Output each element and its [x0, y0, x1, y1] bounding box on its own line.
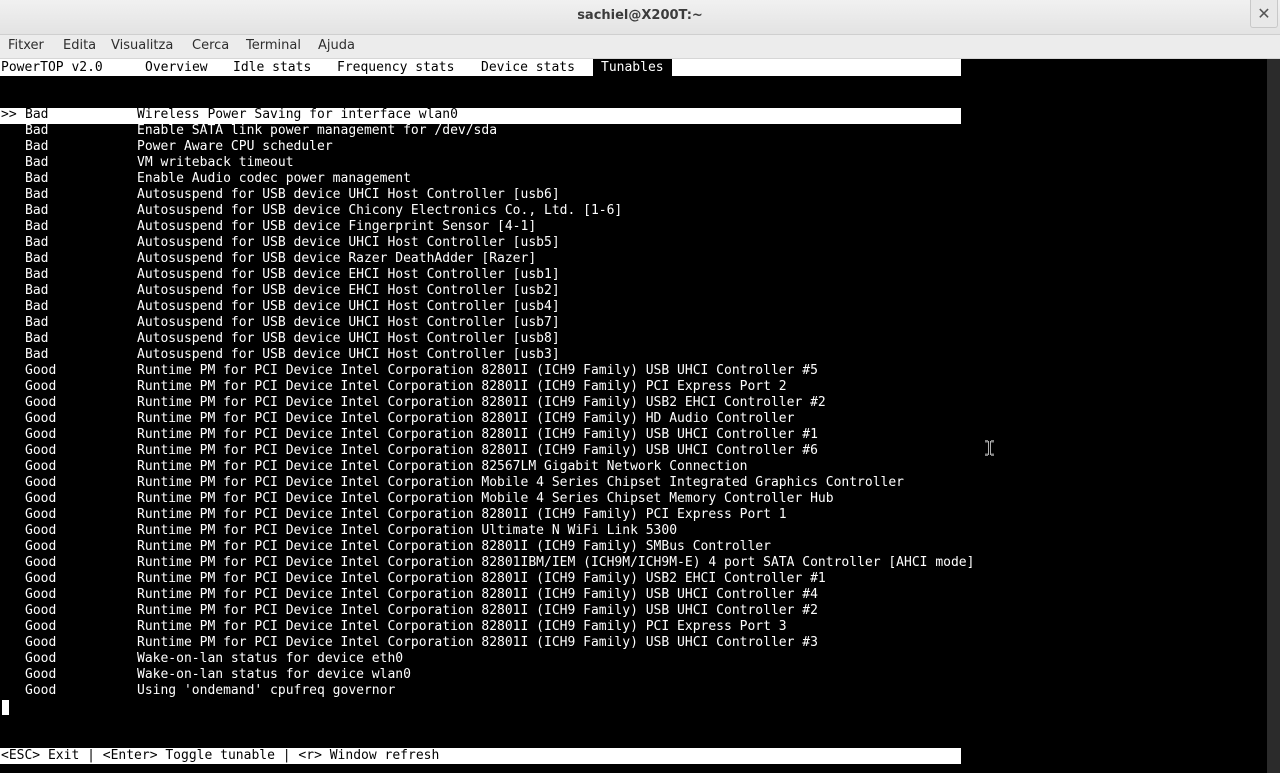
tunable-name[interactable]: Autosuspend for USB device UHCI Host Con… [137, 347, 560, 363]
tunable-name[interactable]: Runtime PM for PCI Device Intel Corporat… [137, 619, 787, 635]
tab-frequency-stats[interactable]: Frequency stats [337, 59, 454, 76]
selected-marker: >> [1, 107, 17, 122]
tunable-name[interactable]: Runtime PM for PCI Device Intel Corporat… [137, 379, 787, 395]
tunable-status: Good [25, 587, 57, 602]
tunable-name[interactable]: Autosuspend for USB device EHCI Host Con… [137, 267, 560, 283]
tunable-name[interactable]: Runtime PM for PCI Device Intel Corporat… [137, 587, 818, 603]
menu-terminal[interactable]: Terminal [246, 38, 301, 53]
tunable-status: Bad [25, 267, 49, 282]
tunable-name[interactable]: Autosuspend for USB device UHCI Host Con… [137, 235, 560, 251]
tunable-name[interactable]: Runtime PM for PCI Device Intel Corporat… [137, 571, 826, 587]
tunable-name[interactable]: Autosuspend for USB device Chicony Elect… [137, 203, 622, 219]
tunable-name[interactable]: Runtime PM for PCI Device Intel Corporat… [137, 363, 818, 379]
tunable-name[interactable]: Wake-on-lan status for device wlan0 [137, 667, 411, 683]
tunable-status: Good [25, 571, 57, 586]
tunable-status: Good [25, 555, 57, 570]
tunable-status: Bad [25, 283, 49, 298]
tunable-name[interactable]: Wake-on-lan status for device eth0 [137, 651, 403, 667]
tunable-name[interactable]: Autosuspend for USB device Fingerprint S… [137, 219, 536, 235]
tunable-status: Good [25, 523, 57, 538]
menubar: Fitxer Edita Visualitza Cerca Terminal A… [0, 35, 1280, 59]
tunable-name[interactable]: Runtime PM for PCI Device Intel Corporat… [137, 635, 818, 651]
tunable-status: Good [25, 683, 57, 698]
tab-overview[interactable]: Overview [145, 59, 208, 76]
tunable-status: Good [25, 379, 57, 394]
menu-fitxer[interactable]: Fitxer [8, 38, 44, 53]
tunable-name[interactable]: Using 'ondemand' cpufreq governor [137, 683, 395, 699]
menu-cerca[interactable]: Cerca [192, 38, 229, 53]
tunable-name[interactable]: Autosuspend for USB device UHCI Host Con… [137, 299, 560, 315]
tunable-name[interactable]: Runtime PM for PCI Device Intel Corporat… [137, 443, 818, 459]
tunable-name[interactable]: Runtime PM for PCI Device Intel Corporat… [137, 475, 904, 491]
tunable-name[interactable]: Runtime PM for PCI Device Intel Corporat… [137, 507, 787, 523]
tunable-status: Bad [25, 347, 49, 362]
tunable-status: Bad [25, 251, 49, 266]
tunable-name[interactable]: Runtime PM for PCI Device Intel Corporat… [137, 427, 818, 443]
tunable-name[interactable]: Runtime PM for PCI Device Intel Corporat… [137, 539, 771, 555]
close-icon: ✕ [1257, 4, 1271, 23]
tunable-status: Good [25, 667, 57, 682]
tunable-status: Good [25, 507, 57, 522]
tunable-name[interactable]: Autosuspend for USB device Razer DeathAd… [137, 251, 536, 267]
tunable-status: Bad [25, 203, 49, 218]
tunable-status: Good [25, 651, 57, 666]
window-titlebar: sachiel@X200T:~ ✕ [0, 0, 1280, 35]
tunable-status: Good [25, 443, 57, 458]
terminal-scrollbar[interactable] [1267, 59, 1280, 773]
tunable-status: Good [25, 603, 57, 618]
tunable-status: Bad [25, 187, 49, 202]
window-title: sachiel@X200T:~ [577, 8, 703, 23]
tunable-name[interactable]: Autosuspend for USB device EHCI Host Con… [137, 283, 560, 299]
tunable-status: Good [25, 395, 57, 410]
menu-ajuda[interactable]: Ajuda [318, 38, 355, 53]
tunable-status: Bad [25, 219, 49, 234]
tunable-name[interactable]: Autosuspend for USB device UHCI Host Con… [137, 331, 560, 347]
tunable-status: Bad [25, 107, 49, 122]
tunable-name[interactable]: Runtime PM for PCI Device Intel Corporat… [137, 411, 794, 427]
tunable-status: Bad [25, 171, 49, 186]
tunable-status: Good [25, 491, 57, 506]
tunable-name[interactable]: Autosuspend for USB device UHCI Host Con… [137, 187, 560, 203]
ibeam-cursor-icon [985, 440, 994, 456]
tunable-name[interactable]: Wireless Power Saving for interface wlan… [137, 107, 458, 123]
tunable-status: Good [25, 459, 57, 474]
tunable-status: Good [25, 619, 57, 634]
tab-tunables[interactable]: Tunables [593, 59, 672, 76]
tunable-status: Bad [25, 155, 49, 170]
text-cursor [2, 700, 9, 715]
tunable-status: Bad [25, 331, 49, 346]
tab-idle-stats[interactable]: Idle stats [233, 59, 311, 76]
tab-device-stats[interactable]: Device stats [481, 59, 575, 76]
tunable-name[interactable]: Enable Audio codec power management [137, 171, 411, 187]
tunable-name[interactable]: Runtime PM for PCI Device Intel Corporat… [137, 603, 818, 619]
tunable-status: Bad [25, 315, 49, 330]
terminal-area[interactable]: PowerTOP v2.0 Overview Idle stats Freque… [0, 59, 1267, 773]
tunable-name[interactable]: Runtime PM for PCI Device Intel Corporat… [137, 459, 747, 475]
tunable-name[interactable]: Enable SATA link power management for /d… [137, 123, 497, 139]
tunable-status: Bad [25, 235, 49, 250]
tunable-status: Good [25, 475, 57, 490]
tunable-status: Bad [25, 139, 49, 154]
tunable-name[interactable]: VM writeback timeout [137, 155, 294, 171]
tunable-name[interactable]: Runtime PM for PCI Device Intel Corporat… [137, 523, 677, 539]
powertop-app-label: PowerTOP v2.0 [1, 60, 103, 75]
tunable-name[interactable]: Runtime PM for PCI Device Intel Corporat… [137, 491, 834, 507]
tunable-name[interactable]: Power Aware CPU scheduler [137, 139, 333, 155]
tunable-name[interactable]: Runtime PM for PCI Device Intel Corporat… [137, 395, 826, 411]
tunable-status: Good [25, 363, 57, 378]
close-window-button[interactable]: ✕ [1250, 0, 1278, 28]
menu-visualitza[interactable]: Visualitza [111, 38, 173, 53]
tunable-name[interactable]: Autosuspend for USB device UHCI Host Con… [137, 315, 560, 331]
tunable-name[interactable]: Runtime PM for PCI Device Intel Corporat… [137, 555, 974, 571]
menu-edita[interactable]: Edita [63, 38, 96, 53]
tunable-status: Bad [25, 123, 49, 138]
tunable-status: Good [25, 427, 57, 442]
footer-help: <ESC> Exit | <Enter> Toggle tunable | <r… [1, 748, 440, 763]
tunable-status: Good [25, 635, 57, 650]
tunable-status: Good [25, 539, 57, 554]
tunable-status: Good [25, 411, 57, 426]
tunable-status: Bad [25, 299, 49, 314]
